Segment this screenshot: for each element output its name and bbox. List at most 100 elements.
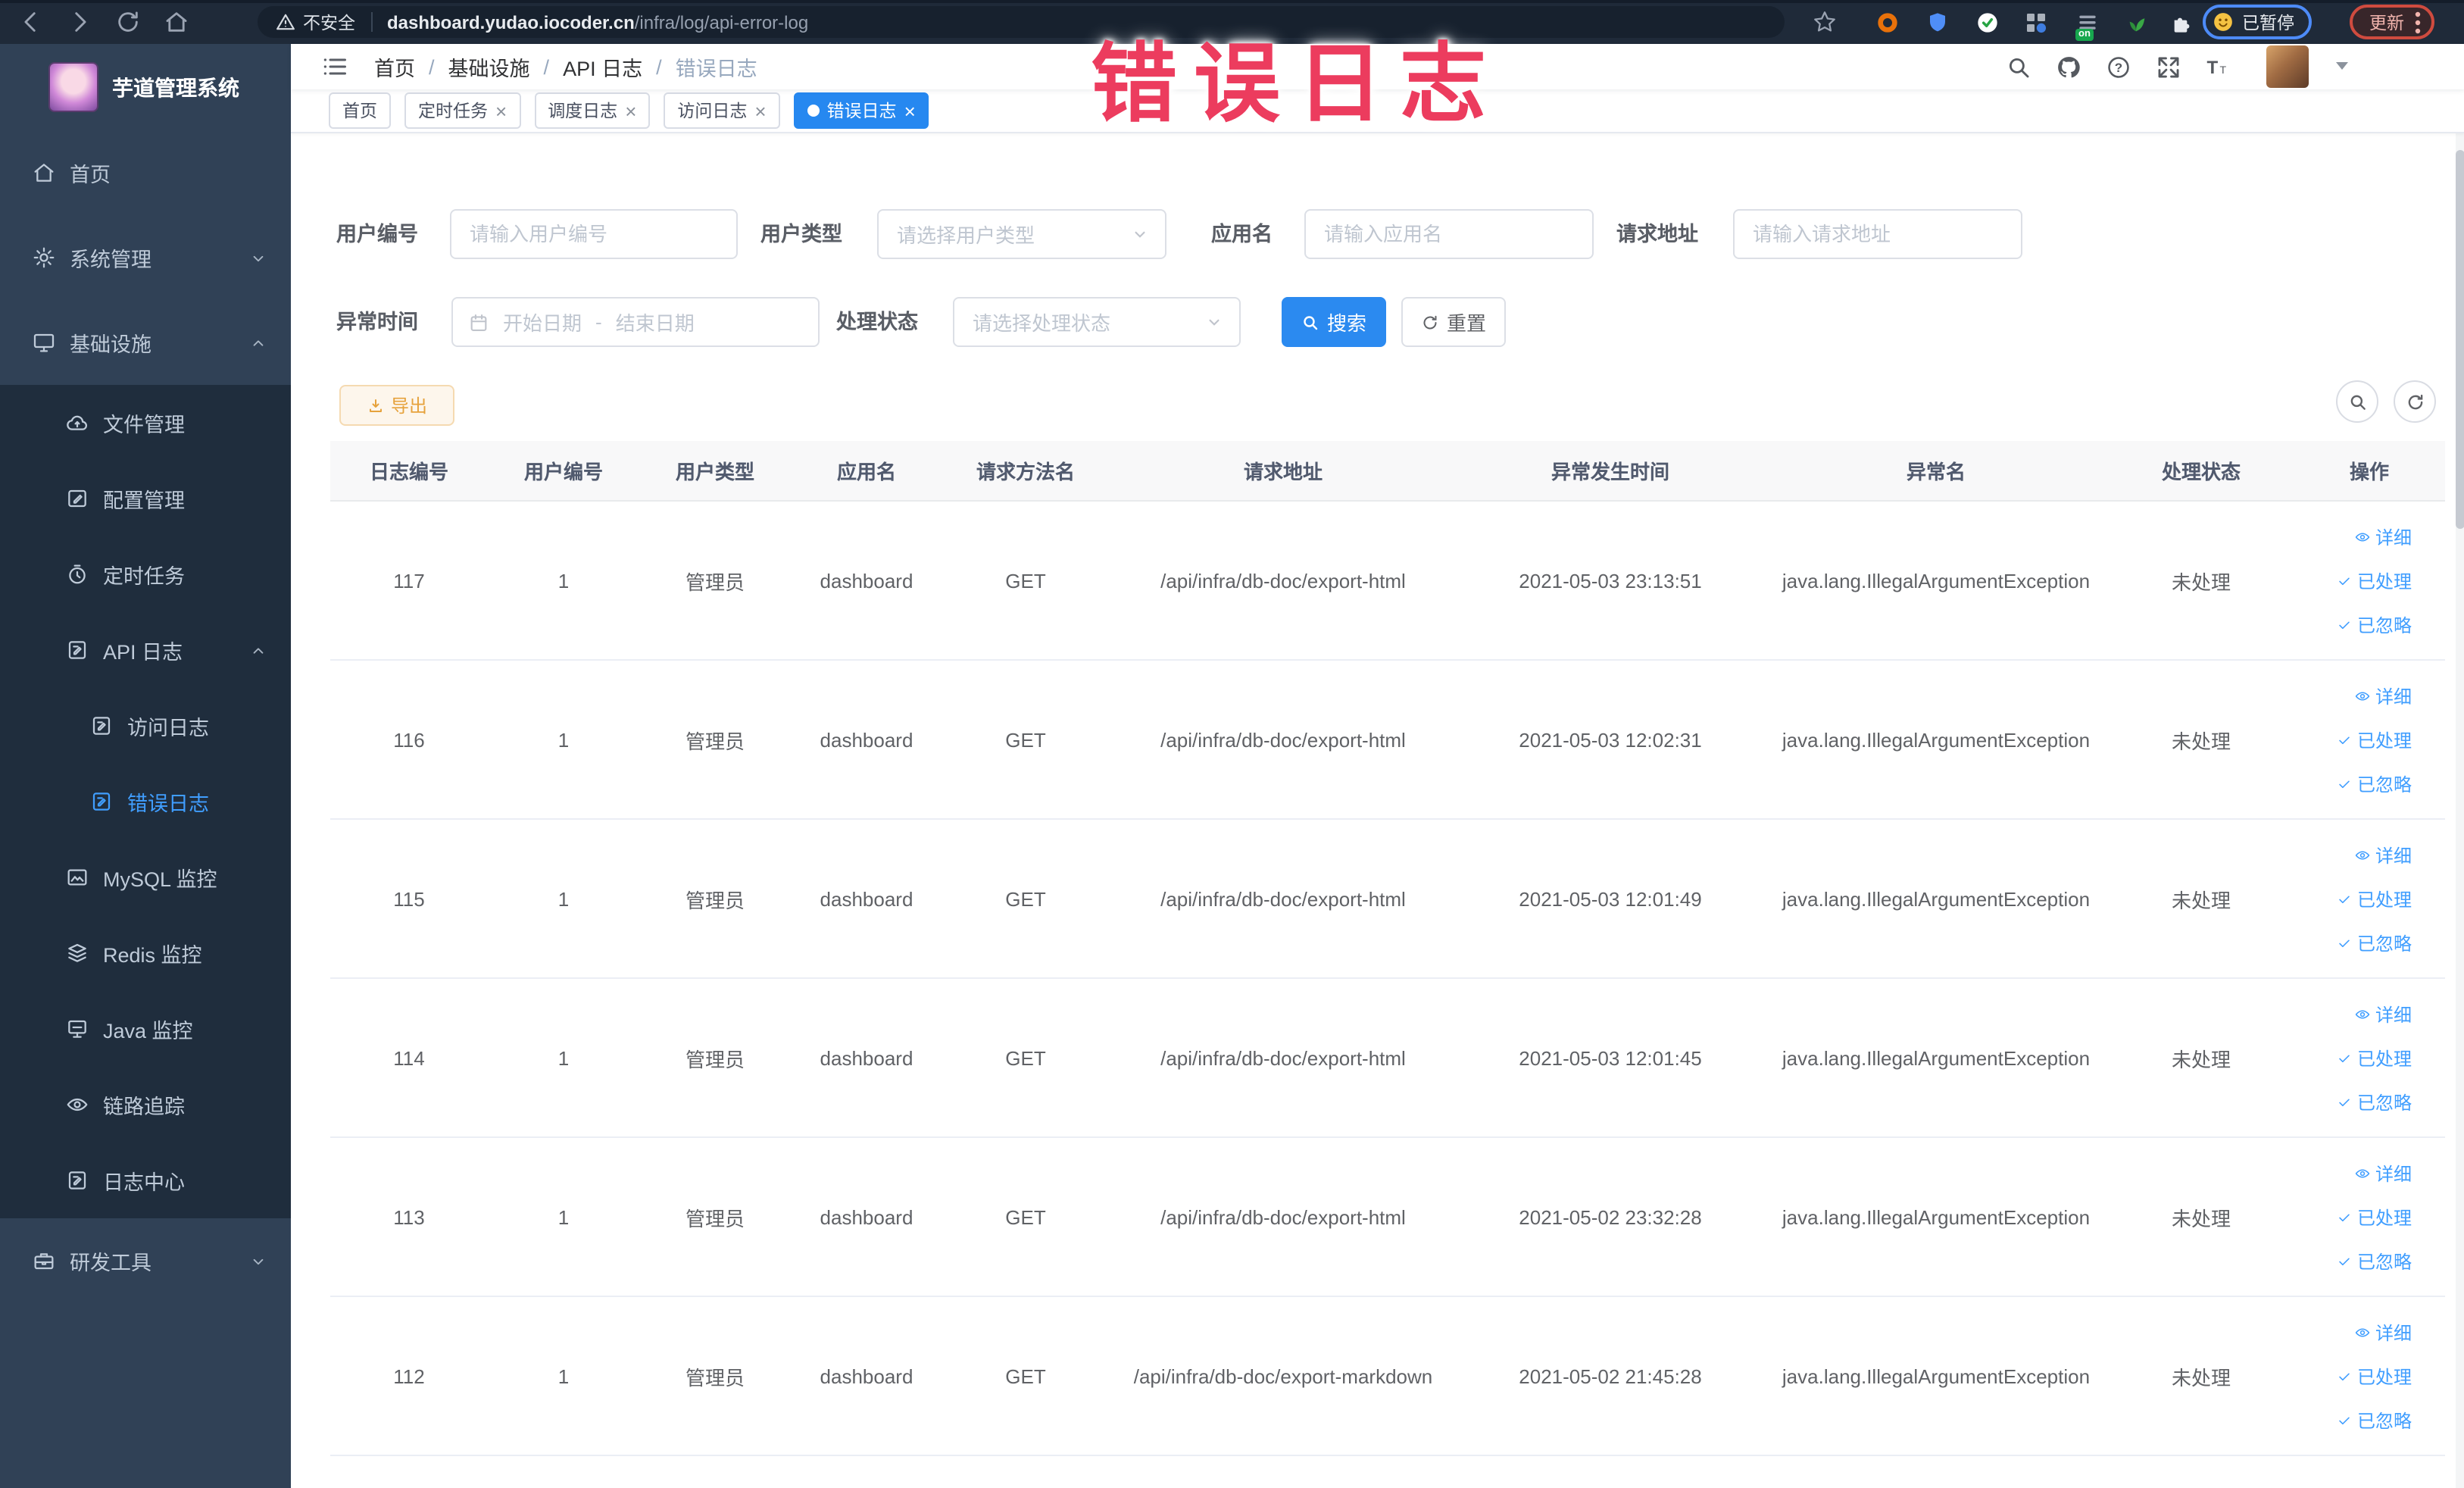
user-type-select[interactable]: 请选择用户类型 xyxy=(877,209,1166,259)
cell-user-type: 管理员 xyxy=(685,571,745,593)
cell-status: 未处理 xyxy=(2171,1207,2231,1230)
breadcrumb-item[interactable]: 首页 xyxy=(374,52,415,82)
sidebar-item-system-management[interactable]: 系统管理 xyxy=(0,215,291,300)
sidebar-item-label: 配置管理 xyxy=(103,489,185,512)
ignored-link[interactable]: 已忽略 xyxy=(2336,771,2412,796)
sidebar-item-home[interactable]: 首页 xyxy=(0,130,291,215)
sidebar-item-infrastructure[interactable]: 基础设施 xyxy=(0,300,291,385)
user-id-input[interactable] xyxy=(450,209,738,259)
table-row: 113 1 管理员 dashboard GET/api/infra/db-doc/exp… xyxy=(330,1138,2445,1297)
ext-orange-ring-icon[interactable] xyxy=(1875,10,1900,34)
address-bar[interactable]: 不安全 dashboard.yudao.iocoder.cn/infra/log… xyxy=(258,6,1785,38)
ignored-link[interactable]: 已忽略 xyxy=(2336,1248,2412,1274)
detail-link[interactable]: 详细 xyxy=(2354,683,2412,708)
scrollbar-track[interactable] xyxy=(2456,44,2464,1488)
detail-link[interactable]: 详细 xyxy=(2354,1319,2412,1345)
back-icon[interactable] xyxy=(18,9,44,35)
detail-link[interactable]: 详细 xyxy=(2354,842,2412,867)
sidebar-item-file-management[interactable]: 文件管理 xyxy=(0,385,291,461)
url-domain[interactable]: dashboard.yudao.iocoder.cn xyxy=(387,11,635,33)
file-upload-icon xyxy=(65,411,89,435)
forward-icon[interactable] xyxy=(67,9,92,35)
close-icon[interactable]: × xyxy=(754,101,766,120)
reset-button[interactable]: 重置 xyxy=(1401,297,1507,347)
app-name-label: 应用名 xyxy=(1211,223,1273,245)
api-log-icon xyxy=(65,638,89,662)
column-header: 处理状态 xyxy=(2161,461,2241,483)
tab-schedule-logs[interactable]: 调度日志 × xyxy=(534,92,651,129)
ext-sprout-icon[interactable] xyxy=(2124,10,2148,34)
close-icon[interactable]: × xyxy=(495,101,507,120)
ignored-link[interactable]: 已忽略 xyxy=(2336,1407,2412,1433)
ignored-link[interactable]: 已忽略 xyxy=(2336,611,2412,637)
sidebar-item-access-logs[interactable]: 访问日志 xyxy=(0,688,291,764)
user-avatar[interactable] xyxy=(2266,45,2309,88)
request-url-input[interactable] xyxy=(1733,209,2022,259)
breadcrumb-item[interactable]: 基础设施 xyxy=(448,52,530,82)
font-size-icon[interactable]: TT xyxy=(2204,54,2230,80)
tab-home[interactable]: 首页 xyxy=(329,92,391,129)
help-icon[interactable]: ? xyxy=(2106,54,2131,80)
close-icon[interactable]: × xyxy=(625,101,636,120)
processed-link[interactable]: 已处理 xyxy=(2336,727,2412,752)
tab-access-logs[interactable]: 访问日志 × xyxy=(664,92,780,129)
bookmark-star-icon[interactable] xyxy=(1812,9,1838,35)
processed-link[interactable]: 已处理 xyxy=(2336,567,2412,593)
sidebar-logo[interactable]: 芋道管理系统 xyxy=(0,44,291,130)
ext-puzzle-icon[interactable] xyxy=(2169,10,2194,34)
detail-link[interactable]: 详细 xyxy=(2354,1001,2412,1027)
tab-scheduled-tasks[interactable]: 定时任务 × xyxy=(404,92,521,129)
search-button[interactable]: 搜索 xyxy=(1282,297,1387,347)
url-path[interactable]: /infra/log/api-error-log xyxy=(635,11,808,33)
home-icon-browser[interactable] xyxy=(164,9,189,35)
sidebar-item-log-center[interactable]: 日志中心 xyxy=(0,1143,291,1218)
security-label[interactable]: 不安全 xyxy=(303,10,355,34)
tab-error-logs[interactable]: 错误日志 × xyxy=(793,92,929,129)
reload-icon[interactable] xyxy=(115,9,141,35)
cell-url: /api/infra/db-doc/export-html xyxy=(1160,1046,1406,1069)
processed-link[interactable]: 已处理 xyxy=(2336,1045,2412,1071)
sidebar-item-config-management[interactable]: 配置管理 xyxy=(0,461,291,536)
sidebar-item-scheduled-tasks[interactable]: 定时任务 xyxy=(0,536,291,612)
browser-update-menu[interactable]: 更新 xyxy=(2350,5,2434,39)
ext-grid-icon[interactable] xyxy=(2024,10,2048,34)
detail-link[interactable]: 详细 xyxy=(2354,1160,2412,1186)
sidebar-toggle-icon[interactable] xyxy=(321,53,348,80)
sidebar-item-trace[interactable]: 链路追踪 xyxy=(0,1067,291,1143)
scrollbar-thumb[interactable] xyxy=(2456,150,2464,529)
processed-link[interactable]: 已处理 xyxy=(2336,1204,2412,1230)
sidebar-item-error-logs[interactable]: 错误日志 xyxy=(0,764,291,839)
processed-link[interactable]: 已处理 xyxy=(2336,886,2412,911)
ignored-link[interactable]: 已忽略 xyxy=(2336,1089,2412,1114)
sidebar-item-mysql-monitor[interactable]: MySQL 监控 xyxy=(0,839,291,915)
github-icon[interactable] xyxy=(2056,54,2081,80)
close-icon[interactable]: × xyxy=(904,101,916,120)
breadcrumb-item[interactable]: API 日志 xyxy=(563,52,642,82)
fullscreen-icon[interactable] xyxy=(2156,54,2181,80)
sidebar-item-java-monitor[interactable]: Java 监控 xyxy=(0,991,291,1067)
sidebar-item-devtools[interactable]: 研发工具 xyxy=(0,1218,291,1303)
cell-log-id: 112 xyxy=(393,1365,425,1387)
app-name-input[interactable] xyxy=(1304,209,1594,259)
export-button[interactable]: 导出 xyxy=(339,385,454,426)
redis-icon xyxy=(65,941,89,965)
detail-link[interactable]: 详细 xyxy=(2354,524,2412,549)
toggle-search-button[interactable] xyxy=(2336,380,2378,423)
avatar-caret-icon[interactable] xyxy=(2336,62,2348,70)
date-range-picker[interactable]: 开始日期 - 结束日期 xyxy=(451,297,820,347)
refresh-button[interactable] xyxy=(2394,380,2436,423)
calendar-icon xyxy=(468,311,489,333)
cell-time: 2021-05-02 21:45:28 xyxy=(1519,1365,1702,1387)
sidebar-item-api-logs[interactable]: API 日志 xyxy=(0,612,291,688)
processed-link[interactable]: 已处理 xyxy=(2336,1363,2412,1389)
browser-profile-chip[interactable]: 已暂停 xyxy=(2203,5,2311,39)
java-icon xyxy=(65,1017,89,1041)
process-status-select[interactable]: 请选择处理状态 xyxy=(953,297,1241,347)
ext-stripes-icon[interactable]: on xyxy=(2075,10,2100,40)
ignored-link[interactable]: 已忽略 xyxy=(2336,930,2412,955)
ext-shield-icon[interactable] xyxy=(1925,10,1950,34)
cell-app-name: dashboard xyxy=(820,887,913,910)
search-icon[interactable] xyxy=(2006,54,2031,80)
sidebar-item-redis-monitor[interactable]: Redis 监控 xyxy=(0,915,291,991)
ext-green-check-icon[interactable] xyxy=(1975,10,2000,34)
